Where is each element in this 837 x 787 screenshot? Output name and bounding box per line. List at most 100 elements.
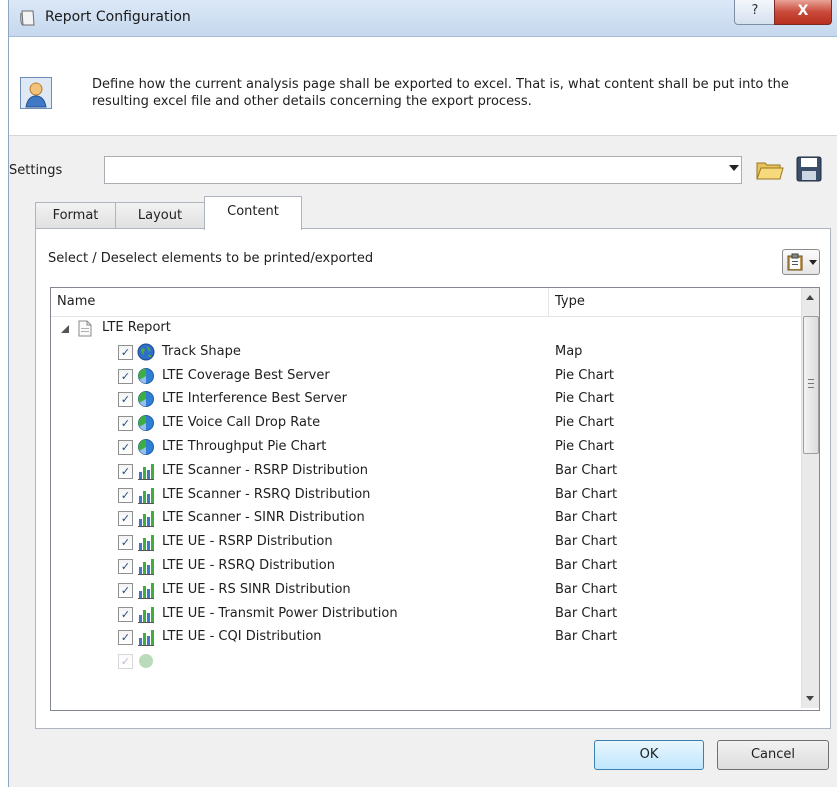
checkbox[interactable]: ✓ [118, 558, 133, 574]
clipboard-icon [787, 253, 803, 271]
item-type: Bar Chart [555, 629, 618, 645]
bar-chart-icon [137, 605, 155, 623]
tree-root-row[interactable]: LTE Report [51, 317, 801, 341]
item-type: Pie Chart [555, 391, 615, 407]
content-tree[interactable]: Name Type LTE Report ✓ Track Shape Map ✓ LTE… [50, 287, 820, 711]
item-type: Pie Chart [555, 367, 615, 383]
tab-layout[interactable]: Layout [115, 202, 205, 229]
checkbox[interactable]: ✓ [118, 392, 133, 408]
globe-icon [137, 343, 155, 361]
scroll-up-arrow-icon[interactable] [806, 295, 814, 300]
tree-row[interactable]: ✓ LTE Voice Call Drop Rate Pie Chart [51, 412, 801, 436]
column-divider[interactable] [548, 288, 549, 316]
tree-row[interactable]: ✓ LTE Scanner - RSRP Distribution Bar Char… [51, 460, 801, 484]
tree-rows: LTE Report ✓ Track Shape Map ✓ LTE Coverage … [51, 317, 801, 674]
collapse-triangle-icon[interactable] [61, 325, 69, 333]
tree-row[interactable]: ✓ LTE Interference Best Server Pie Chart [51, 388, 801, 412]
bar-chart-icon [137, 486, 155, 504]
chevron-down-icon[interactable] [729, 165, 739, 171]
tree-row[interactable]: ✓ LTE Scanner - SINR Distribution Bar Char… [51, 507, 801, 531]
clipboard-dropdown-button[interactable] [782, 249, 820, 275]
scrollbar-thumb[interactable] [803, 316, 819, 454]
item-name: LTE Scanner - RSRP Distribution [162, 462, 369, 478]
checkbox[interactable]: ✓ [118, 463, 133, 479]
column-header-type[interactable]: Type [555, 294, 585, 309]
checkbox: ✓ [118, 654, 133, 670]
pie-chart-icon [139, 654, 153, 669]
bar-chart-icon [137, 628, 155, 647]
content-panel: Select / Deselect elements to be printed… [35, 228, 831, 729]
item-type: Pie Chart [555, 415, 615, 431]
tree-row[interactable]: ✓ LTE Throughput Pie Chart Pie Chart [51, 436, 801, 460]
tree-row[interactable]: ✓ LTE UE - RSRP Distribution Bar Chart [51, 531, 801, 555]
checkbox[interactable]: ✓ [118, 511, 133, 527]
item-name: LTE UE - RSRQ Distribution [162, 557, 335, 573]
close-button[interactable]: X [774, 0, 832, 25]
item-type: Map [555, 343, 583, 359]
item-name: LTE UE - CQI Distribution [162, 629, 322, 645]
tree-row-partial: ✓ [51, 650, 801, 674]
tree-row[interactable]: ✓ LTE UE - Transmit Power Distribution Bar… [51, 603, 801, 627]
tree-row[interactable]: ✓ LTE UE - CQI Distribution Bar Chart [51, 626, 801, 650]
tree-row[interactable]: ✓ Track Shape Map [51, 341, 801, 365]
vertical-scrollbar[interactable] [801, 288, 819, 708]
checkbox[interactable]: ✓ [118, 439, 133, 455]
tree-row[interactable]: ✓ LTE UE - RS SINR Distribution Bar Chart [51, 579, 801, 603]
bar-chart-icon [137, 557, 155, 575]
item-type: Bar Chart [555, 534, 618, 550]
checkbox[interactable]: ✓ [118, 535, 133, 551]
settings-combo[interactable] [104, 156, 742, 184]
tree-row[interactable]: ✓ LTE UE - RSRQ Distribution Bar Chart [51, 555, 801, 579]
document-icon [78, 320, 92, 337]
column-header-name[interactable]: Name [57, 294, 95, 309]
bar-chart-icon [137, 509, 155, 528]
pie-chart-icon [137, 390, 155, 408]
checkbox[interactable]: ✓ [118, 416, 133, 432]
ok-button[interactable]: OK [594, 740, 704, 770]
tree-root-label: LTE Report [102, 320, 171, 335]
tree-row[interactable]: ✓ LTE Scanner - RSRQ Distribution Bar Char… [51, 484, 801, 508]
pie-chart-icon [137, 438, 155, 456]
scroll-down-arrow-icon[interactable] [806, 696, 814, 701]
pie-chart-icon [137, 367, 155, 385]
grip-icon [808, 379, 814, 388]
settings-label: Settings [9, 163, 63, 178]
item-name: LTE UE - RS SINR Distribution [162, 581, 351, 597]
cancel-button[interactable]: Cancel [717, 740, 829, 770]
help-button[interactable]: ? [734, 0, 776, 25]
checkbox[interactable]: ✓ [118, 582, 133, 598]
dialog-title: Report Configuration [45, 9, 191, 25]
save-icon[interactable] [794, 154, 824, 184]
report-icon [20, 10, 35, 26]
chevron-down-icon [809, 260, 817, 265]
title-bar[interactable]: Report Configuration ? X [9, 0, 837, 37]
item-type: Pie Chart [555, 438, 615, 454]
item-name: LTE Scanner - RSRQ Distribution [162, 486, 371, 502]
checkbox[interactable]: ✓ [118, 630, 133, 646]
checkbox[interactable]: ✓ [118, 368, 133, 384]
item-name: LTE Throughput Pie Chart [162, 438, 327, 454]
selection-instruction: Select / Deselect elements to be printed… [48, 251, 374, 266]
checkbox[interactable]: ✓ [118, 487, 133, 503]
bar-chart-icon [137, 581, 155, 599]
checkbox[interactable]: ✓ [118, 344, 133, 360]
item-name: LTE UE - Transmit Power Distribution [162, 605, 398, 621]
item-name: LTE UE - RSRP Distribution [162, 534, 333, 550]
tab-format[interactable]: Format [35, 202, 116, 229]
item-type: Bar Chart [555, 605, 618, 621]
report-configuration-dialog: Report Configuration ? X Define how the … [8, 0, 837, 787]
item-name: LTE Interference Best Server [162, 391, 347, 407]
item-name: LTE Voice Call Drop Rate [162, 415, 321, 431]
tree-header: Name Type [51, 288, 801, 317]
checkbox[interactable]: ✓ [118, 606, 133, 622]
tab-content[interactable]: Content [204, 196, 302, 230]
item-name: LTE Scanner - SINR Distribution [162, 510, 365, 526]
tree-row[interactable]: ✓ LTE Coverage Best Server Pie Chart [51, 365, 801, 389]
item-name: Track Shape [162, 343, 241, 359]
item-type: Bar Chart [555, 510, 618, 526]
item-type: Bar Chart [555, 581, 618, 597]
item-type: Bar Chart [555, 486, 618, 502]
item-name: LTE Coverage Best Server [162, 367, 330, 383]
bar-chart-icon [137, 533, 155, 552]
open-folder-icon[interactable] [754, 154, 784, 184]
